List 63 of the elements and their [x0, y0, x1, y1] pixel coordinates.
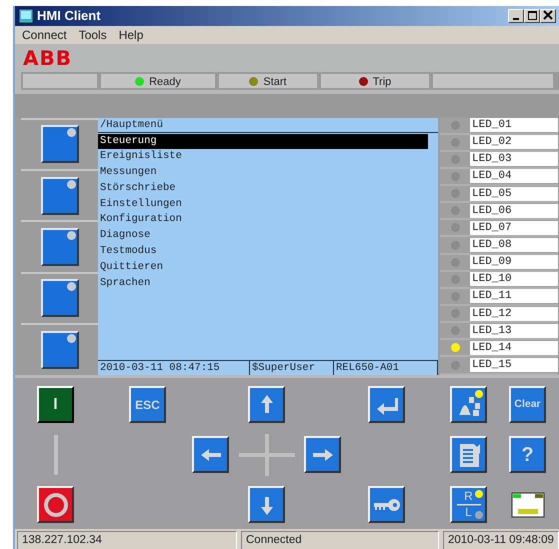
on-button[interactable]: I	[37, 386, 74, 423]
enter-button[interactable]	[368, 386, 405, 423]
status-label: Trip	[372, 74, 392, 90]
menu-item[interactable]: Tools	[78, 26, 107, 44]
led-label: LED_05	[470, 186, 558, 201]
menu-entry[interactable]: Konfiguration	[98, 212, 428, 228]
events-button[interactable]	[450, 386, 487, 423]
down-arrow-button[interactable]	[248, 486, 285, 523]
status-label: Ready	[149, 74, 181, 90]
cross-mark-icon	[238, 434, 294, 476]
led-label: LED_12	[470, 306, 558, 321]
function-key[interactable]	[40, 330, 78, 369]
menu-entry[interactable]: Sprachen	[98, 276, 428, 292]
led-label: LED_04	[470, 169, 558, 184]
close-button[interactable]	[540, 8, 556, 23]
function-key[interactable]	[40, 125, 78, 164]
menu-item[interactable]: Connect	[22, 26, 67, 44]
led-label: LED_03	[470, 152, 558, 166]
led-label: LED_13	[470, 324, 558, 338]
led-label: LED_11	[470, 289, 558, 304]
menu-entry[interactable]: Messungen	[98, 165, 428, 181]
menu-entry[interactable]: Diagnose	[98, 228, 428, 244]
status-text: 2010-03-11 09:48:09	[443, 530, 559, 549]
off-button[interactable]	[37, 486, 74, 523]
menu-entry[interactable]: Ereignisliste	[98, 149, 428, 166]
close-icon	[543, 10, 553, 20]
up-arrow-button[interactable]	[248, 386, 285, 423]
menu-item[interactable]: Help	[118, 26, 144, 44]
right-arrow-button[interactable]	[304, 436, 341, 473]
function-key[interactable]	[40, 176, 78, 215]
menu-entry[interactable]: Quittieren	[98, 260, 428, 276]
led-label: LED_09	[470, 255, 558, 270]
divider-line	[456, 503, 480, 506]
led-label: LED_06	[470, 204, 558, 218]
key-button[interactable]	[368, 486, 405, 523]
led-label: LED_10	[470, 272, 558, 286]
led-label: LED_15	[470, 358, 558, 372]
led-label: LED_07	[470, 220, 558, 235]
function-key[interactable]	[40, 279, 78, 318]
minimize-icon	[513, 18, 519, 20]
maximize-button[interactable]	[524, 8, 540, 23]
maximize-icon	[528, 11, 537, 20]
menu-entry[interactable]: Einstellungen	[98, 196, 428, 212]
left-arrow-button[interactable]	[192, 436, 229, 473]
window-title: HMI Client	[37, 7, 102, 25]
list-button[interactable]	[450, 436, 487, 473]
function-key[interactable]	[40, 228, 78, 266]
led-label: LED_14	[470, 340, 558, 355]
led-label: LED_02	[470, 135, 558, 150]
minimize-button[interactable]	[508, 8, 524, 23]
network-port-icon	[510, 492, 544, 518]
ring-icon	[42, 490, 70, 518]
menu-path: /Hauptmenü	[98, 118, 438, 132]
app-icon	[18, 8, 34, 24]
menu-entry[interactable]: Störschriebe	[98, 180, 428, 197]
menu-entry[interactable]: Testmodus	[98, 244, 428, 260]
led-label: LED_08	[470, 238, 558, 252]
menu-entry[interactable]: Steuerung	[98, 134, 428, 150]
status-label: Start	[263, 74, 287, 90]
logo: ABB	[23, 46, 72, 70]
status-text: 138.227.102.34	[17, 530, 237, 549]
led-label: LED_01	[470, 118, 558, 132]
status-text: Connected	[241, 530, 439, 549]
